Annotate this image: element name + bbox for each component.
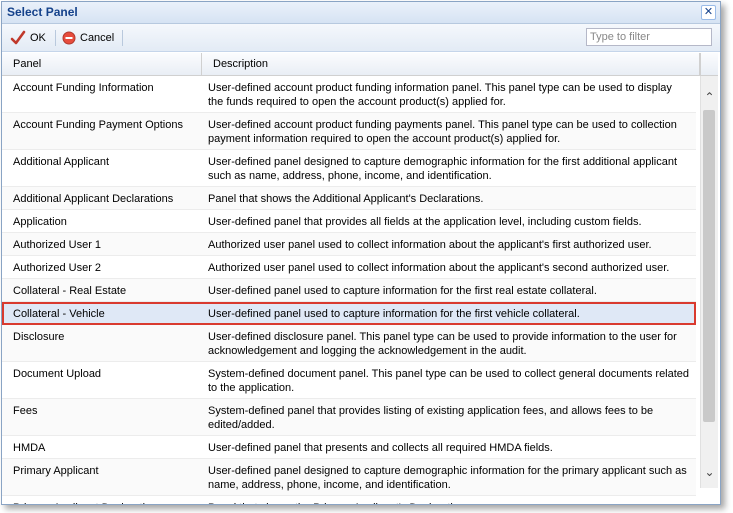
table-row[interactable]: Additional Applicant User-defined panel d…: [2, 150, 696, 187]
ok-label: OK: [30, 32, 46, 44]
table-row[interactable]: Account Funding Information User-defined …: [2, 76, 696, 113]
scroll-up-icon[interactable]: ⌃: [701, 90, 718, 107]
toolbar-separator: [55, 30, 56, 46]
column-header-description[interactable]: Description: [202, 53, 700, 75]
dialog-title: Select Panel: [7, 5, 78, 19]
panel-name-cell: Document Upload: [13, 368, 102, 380]
table-row[interactable]: Account Funding Payment Options User-defi…: [2, 113, 696, 150]
select-panel-dialog: Select Panel ✕ OK Cancel Panel Descripti…: [1, 1, 721, 505]
table-row[interactable]: Collateral - Vehicle User-defined panel u…: [2, 302, 696, 325]
header-scroll-spacer: [700, 53, 718, 76]
cancel-icon: [62, 31, 76, 45]
panel-name-cell: Fees: [13, 405, 38, 417]
checkmark-icon: [10, 30, 26, 45]
cancel-label: Cancel: [80, 32, 115, 44]
column-header-panel[interactable]: Panel: [2, 53, 202, 75]
description-cell: User-defined panel designed to capture d…: [208, 156, 678, 182]
description-cell: User-defined disclosure panel. This pane…: [208, 331, 677, 357]
description-cell: User-defined panel used to capture infor…: [208, 285, 597, 297]
description-cell: Panel that shows the Primary Applicant's…: [208, 501, 690, 504]
table-row[interactable]: Primary Applicant User-defined panel desi…: [2, 459, 696, 496]
description-cell: System-defined panel that provides listi…: [208, 405, 654, 431]
table-row[interactable]: HMDA User-defined panel that presents and…: [2, 436, 696, 459]
panel-name-cell: Primary Applicant: [13, 465, 99, 477]
description-cell: User-defined panel that presents and col…: [208, 442, 553, 454]
grid-header: Panel Description: [2, 53, 700, 76]
panel-name-cell: Primary Applicant Declarations: [13, 501, 199, 504]
panel-name-cell: Account Funding Information: [13, 82, 154, 94]
scroll-down-icon[interactable]: ⌄: [701, 465, 718, 482]
panel-name-cell: Additional Applicant: [13, 156, 110, 168]
ok-button[interactable]: OK: [10, 29, 46, 47]
panel-name-cell: Authorized User 1: [13, 239, 102, 251]
description-cell: Authorized user panel used to collect in…: [208, 239, 652, 251]
panel-name-cell: Collateral - Vehicle: [13, 308, 105, 320]
vertical-scrollbar[interactable]: ⌃ ⌄: [700, 76, 718, 488]
panel-name-cell: Disclosure: [13, 331, 65, 343]
panel-name-cell: Authorized User 2: [13, 262, 102, 274]
description-cell: Authorized user panel used to collect in…: [208, 262, 670, 274]
table-row[interactable]: Fees System-defined panel that provides l…: [2, 399, 696, 436]
table-row[interactable]: Application User-defined panel that provi…: [2, 210, 696, 233]
table-row[interactable]: Additional Applicant Declarations Panel t…: [2, 187, 696, 210]
panel-name-cell: HMDA: [13, 442, 46, 454]
description-cell: Panel that shows the Additional Applican…: [208, 193, 484, 205]
panel-name-cell: Account Funding Payment Options: [13, 119, 183, 131]
table-row[interactable]: Collateral - Real Estate User-defined pan…: [2, 279, 696, 302]
filter-input[interactable]: [586, 28, 712, 46]
table-row[interactable]: Document Upload System-defined document p…: [2, 362, 696, 399]
description-cell: User-defined panel that provides all fie…: [208, 216, 642, 228]
toolbar-separator: [122, 30, 123, 46]
scroll-thumb[interactable]: [703, 110, 715, 422]
table-row[interactable]: Authorized User 2 Authorized user panel u…: [2, 256, 696, 279]
description-cell: User-defined account product funding pay…: [208, 119, 677, 145]
dialog-titlebar: Select Panel ✕: [2, 2, 720, 24]
table-row[interactable]: Authorized User 1 Authorized user panel u…: [2, 233, 696, 256]
table-row[interactable]: Disclosure User-defined disclosure panel.…: [2, 325, 696, 362]
description-cell: User-defined panel used to capture infor…: [208, 308, 580, 320]
toolbar: OK Cancel: [2, 24, 720, 52]
description-cell: User-defined account product funding inf…: [208, 82, 672, 108]
close-icon[interactable]: ✕: [701, 5, 716, 20]
panel-name-cell: Application: [13, 216, 67, 228]
panel-name-cell: Additional Applicant Declarations: [13, 193, 174, 205]
table-row[interactable]: Primary Applicant Declarations Panel that…: [2, 496, 696, 504]
panel-name-cell: Collateral - Real Estate: [13, 285, 127, 297]
description-cell: User-defined panel designed to capture d…: [208, 465, 687, 491]
description-cell: System-defined document panel. This pane…: [208, 368, 690, 394]
grid-body: Account Funding Information User-defined …: [2, 76, 696, 504]
cancel-button[interactable]: Cancel: [62, 29, 114, 47]
